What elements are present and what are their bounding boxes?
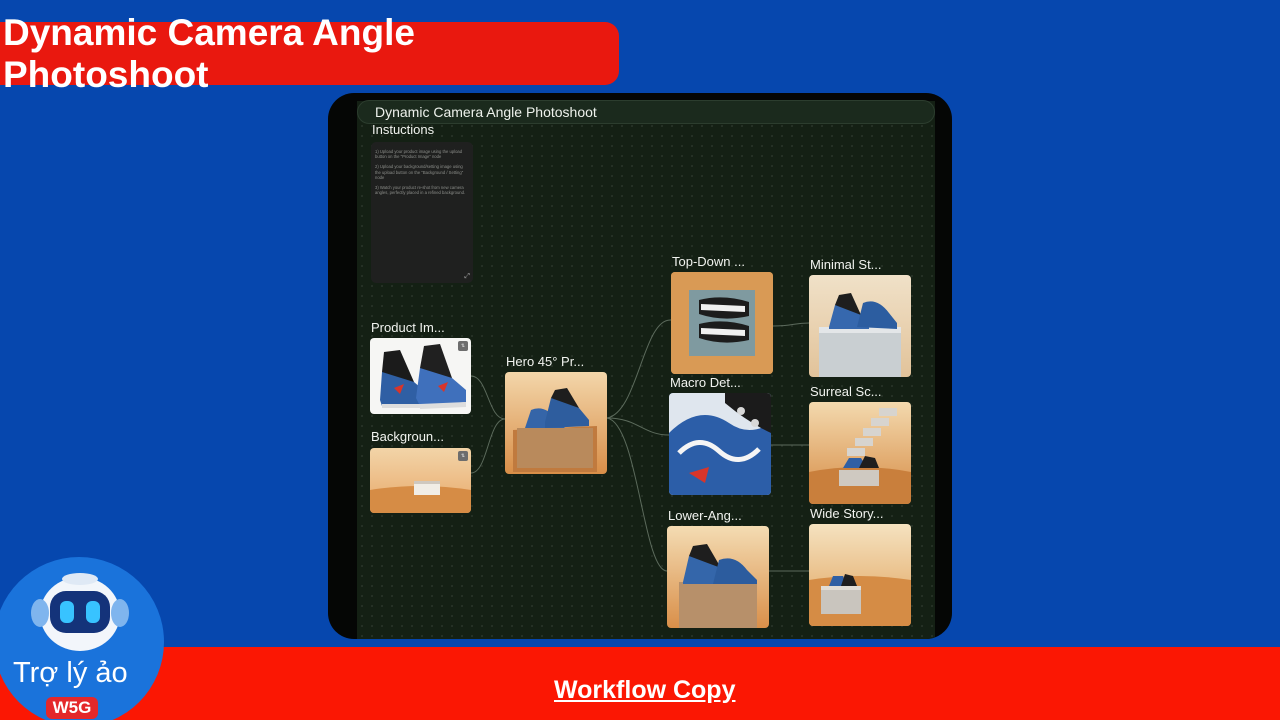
desert-photo <box>370 448 471 513</box>
node-label-macro: Macro Det... <box>670 375 741 390</box>
wide-story-photo <box>809 524 911 626</box>
surreal-scene-photo <box>809 402 911 504</box>
upload-badge-icon[interactable]: ⇅ <box>458 451 468 461</box>
node-label-minimal: Minimal St... <box>810 257 882 272</box>
macro-detail-photo <box>669 393 771 495</box>
node-lower-angle[interactable] <box>667 526 769 628</box>
node-macro[interactable] <box>669 393 771 495</box>
sneaker-photo <box>380 344 466 409</box>
assistant-name: Trợ lý ảo <box>13 657 128 689</box>
node-label-hero: Hero 45° Pr... <box>506 354 585 369</box>
robot-icon <box>31 573 129 651</box>
node-label-wide-story: Wide Story... <box>810 506 884 521</box>
node-top-down[interactable] <box>671 272 773 374</box>
page-title-banner: Dynamic Camera Angle Photoshoot <box>0 12 619 95</box>
instruction-line-2: 2) Upload your background/setting image … <box>375 164 464 180</box>
instructions-note[interactable]: 1) Upload your product image using the u… <box>371 142 473 283</box>
node-background[interactable]: ⇅ <box>370 448 471 513</box>
minimal-studio-photo <box>809 275 911 377</box>
page-title: Dynamic Camera Angle Photoshoot <box>3 11 415 95</box>
workflow-copy-link[interactable]: Workflow Copy <box>554 676 735 705</box>
workflow-screen: Dynamic Camera Angle Photoshoot Instucti… <box>328 93 952 639</box>
wire-topdown-minimal <box>772 322 810 327</box>
wire-background-hero <box>470 418 506 474</box>
upload-badge-icon[interactable]: ⇅ <box>458 341 468 351</box>
instructions-label: Instuctions <box>372 122 435 137</box>
assistant-avatar[interactable] <box>0 557 164 720</box>
node-label-surreal: Surreal Sc... <box>810 384 882 399</box>
wire-hero-macro <box>606 417 670 436</box>
resize-handle-icon[interactable]: ⤢ <box>464 273 470 281</box>
instruction-line-3: 3) Watch your product re-shot from new c… <box>375 185 466 196</box>
node-label-lower-angle: Lower-Ang... <box>668 508 742 523</box>
node-product-image[interactable]: ⇅ <box>370 338 471 414</box>
wire-hero-lower <box>606 417 668 572</box>
instruction-line-1: 1) Upload your product image using the u… <box>375 149 463 160</box>
node-minimal[interactable] <box>809 275 911 377</box>
wire-hero-topdown <box>606 319 672 419</box>
lower-angle-photo <box>667 526 769 628</box>
w5g-badge: W5G <box>46 697 98 719</box>
node-surreal[interactable] <box>809 402 911 504</box>
wire-product-hero <box>470 375 506 420</box>
node-label-product-image: Product Im... <box>371 320 445 335</box>
node-label-top-down: Top-Down ... <box>672 254 745 269</box>
node-wide-story[interactable] <box>809 524 911 626</box>
node-hero[interactable] <box>505 372 607 474</box>
top-down-photo <box>671 272 773 374</box>
node-label-background: Backgroun... <box>371 429 444 444</box>
hero-shot-photo <box>505 372 607 474</box>
